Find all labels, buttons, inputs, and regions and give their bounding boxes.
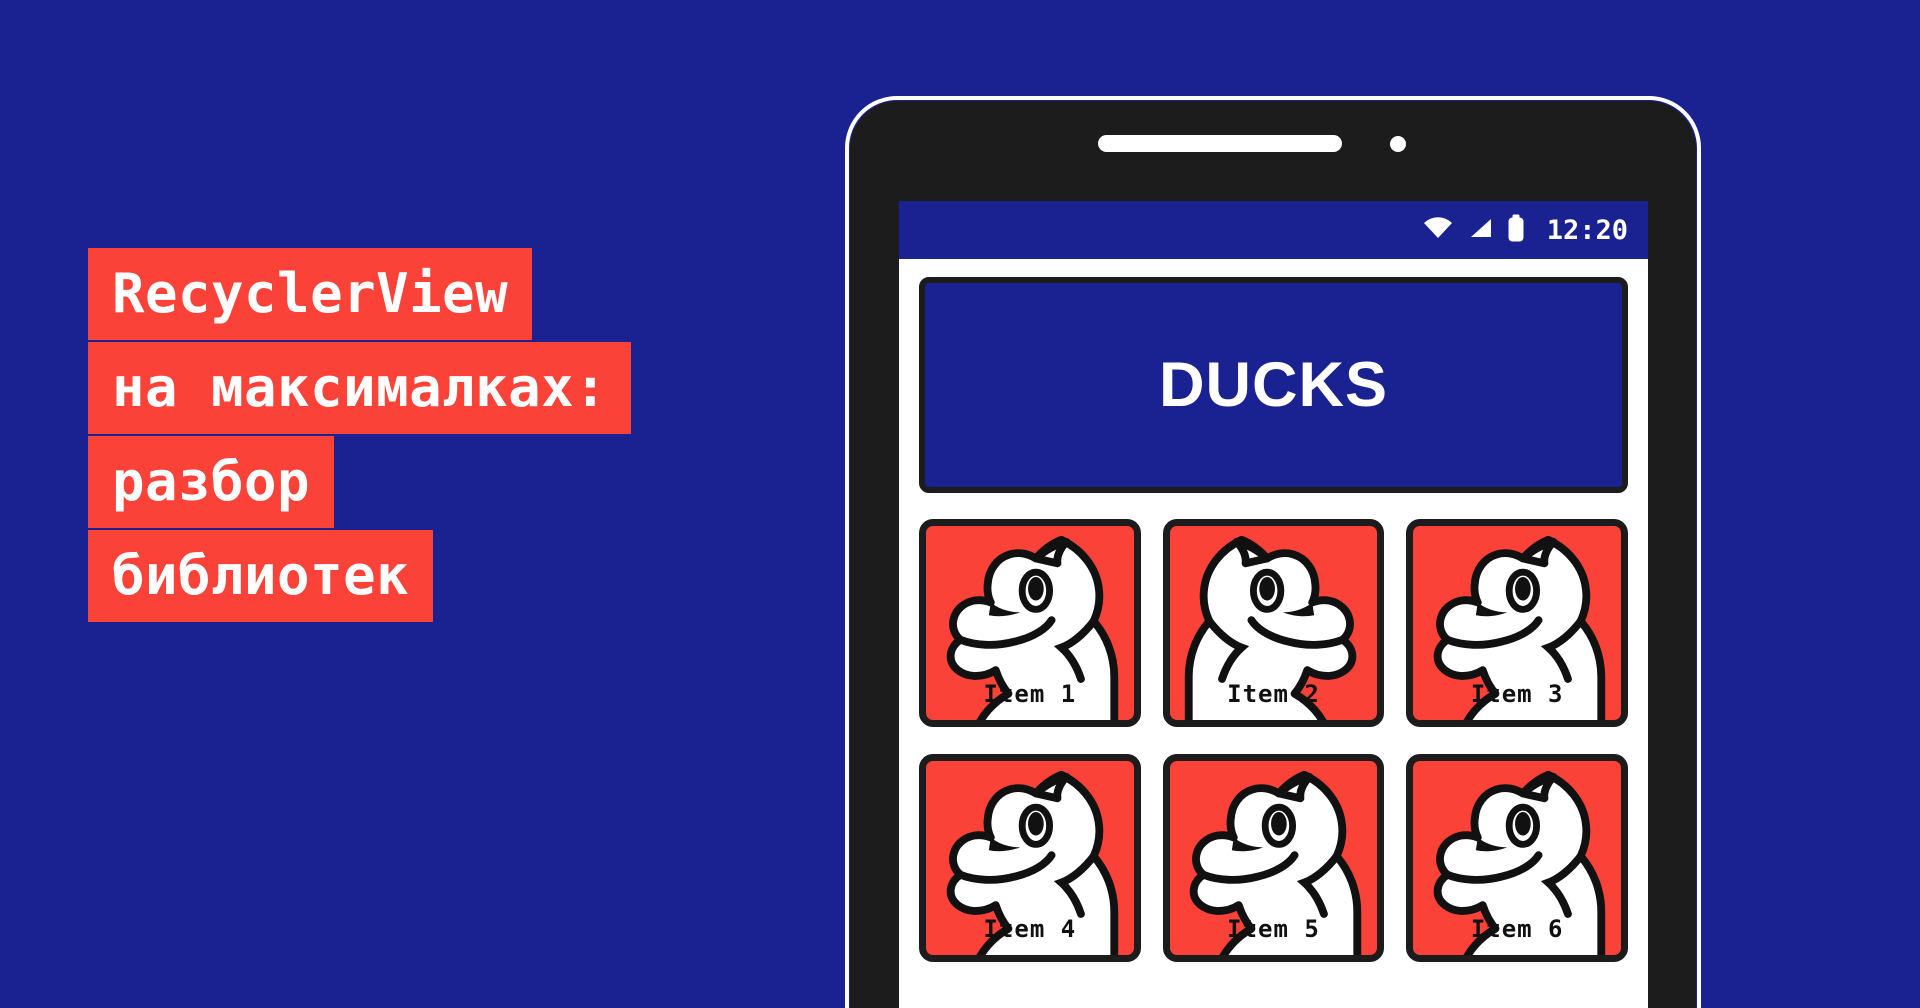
title-line-2: на максималках: — [88, 342, 632, 434]
phone-outline — [845, 96, 1701, 1008]
phone-mockup: 12:20 DUCKS Item 1 Item 2 Item 3 Item 4 … — [845, 96, 1705, 1008]
title-line-1: RecyclerView — [88, 248, 533, 340]
poster-canvas: RecyclerView на максималках: разбор библ… — [0, 0, 1920, 1008]
title-line-3: разбор — [88, 436, 335, 528]
title-line-4: библиотек — [88, 530, 434, 622]
title-block: RecyclerView на максималках: разбор библ… — [88, 248, 632, 622]
